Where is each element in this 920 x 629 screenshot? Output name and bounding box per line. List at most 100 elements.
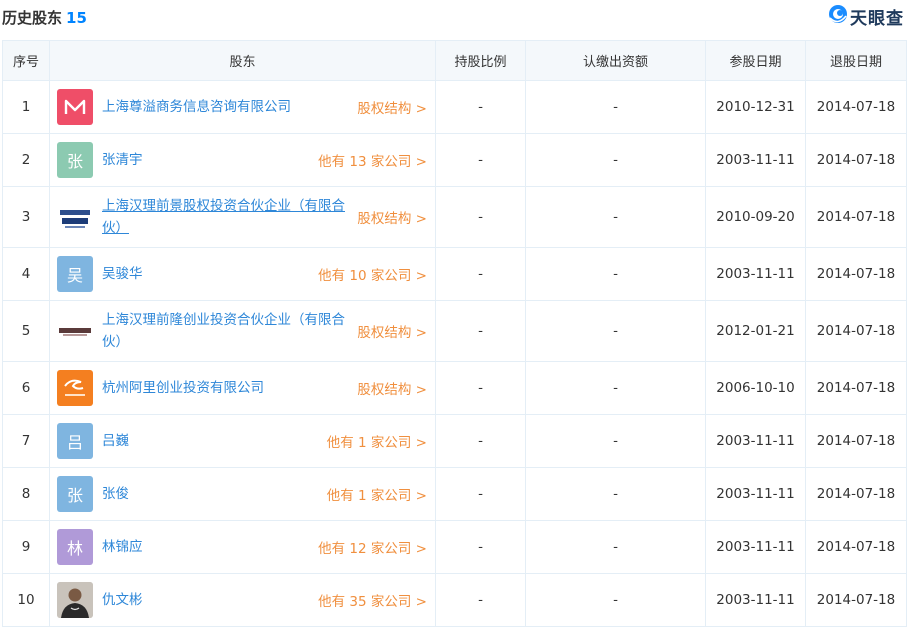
row-index: 5 [2,300,50,362]
company-count-link[interactable]: 他有 35 家公司 > [318,590,427,610]
table-row: 5 上海汉理前隆创业投资合伙企业（有限合伙） 股权结构 > - - 2012-0… [2,300,907,362]
avatar[interactable]: 林 [57,529,93,565]
brand-logo[interactable]: 天眼查 [828,4,904,29]
shareholder-cell: 上海尊溢商务信息咨询有限公司 股权结构 > [49,80,436,134]
table-row: 4 吴 吴骏华 他有 10 家公司 > - - 2003-11-11 2014-… [2,247,907,301]
equity-structure-link[interactable]: 股权结构 > [357,97,427,117]
shareholder-name-link[interactable]: 上海汉理前隆创业投资合伙企业（有限合伙） [102,309,351,353]
join-date: 2010-09-20 [705,186,806,248]
exit-date: 2014-07-18 [805,300,907,362]
row-index: 8 [2,467,50,521]
shareholder-name-link[interactable]: 上海尊溢商务信息咨询有限公司 [102,96,351,118]
join-date: 2010-12-31 [705,80,806,134]
col-header-ratio: 持股比例 [435,40,526,81]
holding-ratio: - [435,361,526,415]
exit-date: 2014-07-18 [805,133,907,187]
exit-date: 2014-07-18 [805,467,907,521]
subscribed-capital: - [525,80,706,134]
avatar[interactable]: 吕 [57,423,93,459]
shareholder-cell: 张 张俊 他有 1 家公司 > [49,467,436,521]
shareholder-name-link[interactable]: 张清宇 [102,149,312,171]
shareholder-name-link[interactable]: 林锦应 [102,536,312,558]
row-index: 6 [2,361,50,415]
exit-date: 2014-07-18 [805,186,907,248]
shareholder-name-link[interactable]: 张俊 [102,483,321,505]
join-date: 2003-11-11 [705,573,806,627]
join-date: 2003-11-11 [705,247,806,301]
red-m-logo-icon[interactable] [57,89,93,125]
shareholder-name-link[interactable]: 仇文彬 [102,589,312,611]
join-date: 2003-11-11 [705,520,806,574]
section-title: 历史股东 15 [2,7,87,28]
subscribed-capital: - [525,133,706,187]
subscribed-capital: - [525,414,706,468]
holding-ratio: - [435,300,526,362]
company-count-link[interactable]: 他有 10 家公司 > [318,264,427,284]
shareholder-cell: 上海汉理前隆创业投资合伙企业（有限合伙） 股权结构 > [49,300,436,362]
shareholder-table: 序号 股东 持股比例 认缴出资额 参股日期 退股日期 1 上海尊溢商务信息咨询有… [2,40,907,627]
holding-ratio: - [435,573,526,627]
shareholder-cell: 张 张清宇 他有 13 家公司 > [49,133,436,187]
exit-date: 2014-07-18 [805,80,907,134]
equity-structure-link[interactable]: 股权结构 > [357,321,427,341]
join-date: 2006-10-10 [705,361,806,415]
subscribed-capital: - [525,361,706,415]
section-header: 历史股东 15 天眼查 [0,0,920,40]
exit-date: 2014-07-18 [805,520,907,574]
exit-date: 2014-07-18 [805,247,907,301]
col-header-capital: 认缴出资额 [525,40,706,81]
holding-ratio: - [435,247,526,301]
join-date: 2003-11-11 [705,414,806,468]
row-index: 1 [2,80,50,134]
shareholder-cell: 杭州阿里创业投资有限公司 股权结构 > [49,361,436,415]
table-row: 2 张 张清宇 他有 13 家公司 > - - 2003-11-11 2014-… [2,133,907,187]
shareholder-cell: 上海汉理前景股权投资合伙企业（有限合伙） 股权结构 > [49,186,436,248]
table-row: 8 张 张俊 他有 1 家公司 > - - 2003-11-11 2014-07… [2,467,907,521]
company-count-link[interactable]: 他有 1 家公司 > [327,484,427,504]
shareholder-cell: 林 林锦应 他有 12 家公司 > [49,520,436,574]
row-index: 7 [2,414,50,468]
table-row: 3 上海汉理前景股权投资合伙企业（有限合伙） 股权结构 > - - 2010-0… [2,186,907,248]
equity-structure-link[interactable]: 股权结构 > [357,378,427,398]
company-count-link[interactable]: 他有 13 家公司 > [318,150,427,170]
table-header-row: 序号 股东 持股比例 认缴出资额 参股日期 退股日期 [2,40,907,81]
subscribed-capital: - [525,300,706,362]
row-index: 3 [2,186,50,248]
shareholder-cell: 吕 吕巍 他有 1 家公司 > [49,414,436,468]
new-access-logo-icon[interactable] [57,199,93,235]
col-header-shareholder: 股东 [49,40,436,81]
section-title-text: 历史股东 [2,9,63,27]
table-row: 7 吕 吕巍 他有 1 家公司 > - - 2003-11-11 2014-07… [2,414,907,468]
holding-ratio: - [435,133,526,187]
holding-ratio: - [435,467,526,521]
holding-ratio: - [435,186,526,248]
exit-date: 2014-07-18 [805,414,907,468]
table-row: 6 杭州阿里创业投资有限公司 股权结构 > - - 2006-10-10 201… [2,361,907,415]
shareholder-name-link[interactable]: 上海汉理前景股权投资合伙企业（有限合伙） [102,195,351,239]
shareholder-name-link[interactable]: 吴骏华 [102,263,312,285]
equity-structure-link[interactable]: 股权结构 > [357,207,427,227]
holding-ratio: - [435,414,526,468]
subscribed-capital: - [525,467,706,521]
subscribed-capital: - [525,573,706,627]
company-count-link[interactable]: 他有 1 家公司 > [327,431,427,451]
dark-strip-logo-icon[interactable] [57,313,93,349]
table-row: 9 林 林锦应 他有 12 家公司 > - - 2003-11-11 2014-… [2,520,907,574]
row-index: 4 [2,247,50,301]
avatar[interactable]: 吴 [57,256,93,292]
person-photo-icon[interactable] [57,582,93,618]
company-count-link[interactable]: 他有 12 家公司 > [318,537,427,557]
alibaba-logo-icon[interactable] [57,370,93,406]
row-index: 9 [2,520,50,574]
avatar[interactable]: 张 [57,142,93,178]
exit-date: 2014-07-18 [805,573,907,627]
exit-date: 2014-07-18 [805,361,907,415]
col-header-join-date: 参股日期 [705,40,806,81]
join-date: 2012-01-21 [705,300,806,362]
section-count: 15 [66,9,87,27]
shareholder-name-link[interactable]: 吕巍 [102,430,321,452]
avatar[interactable]: 张 [57,476,93,512]
shareholder-name-link[interactable]: 杭州阿里创业投资有限公司 [102,377,351,399]
holding-ratio: - [435,80,526,134]
subscribed-capital: - [525,247,706,301]
